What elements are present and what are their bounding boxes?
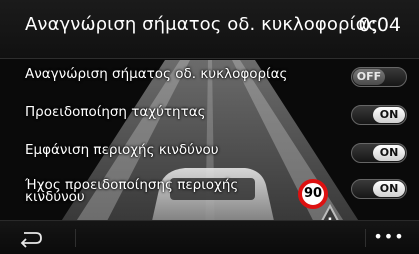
page-title: Αναγνώριση σήματος οδ. κυκλοφορίας <box>25 14 379 35</box>
speed-warning-toggle[interactable]: ON <box>351 105 407 125</box>
back-arrow-icon <box>20 232 42 248</box>
traffic-sign-recognition-toggle[interactable]: OFF <box>351 67 407 87</box>
traffic-sign-settings-screen: Αναγνώριση σήματος οδ. κυκλοφορίας 0:04 … <box>0 0 419 254</box>
danger-zone-sound-toggle[interactable]: ON <box>351 179 407 199</box>
toggle-state: ON <box>373 107 405 123</box>
more-options-button[interactable]: ••• <box>369 225 409 251</box>
footer-divider <box>75 229 76 247</box>
footer-divider <box>365 229 366 247</box>
danger-zone-display-toggle[interactable]: ON <box>351 143 407 163</box>
toggle-state: OFF <box>353 69 385 85</box>
toggle-state: ON <box>373 145 405 161</box>
setting-row-danger-zone-sound[interactable]: Ήχος προειδοποίησης περιοχής κινδύνου ON <box>0 174 419 204</box>
setting-row-traffic-sign-recognition[interactable]: Αναγνώριση σήματος οδ. κυκλοφορίας OFF <box>0 62 419 92</box>
footer-bar: ••• <box>0 220 419 254</box>
back-button[interactable] <box>10 225 50 251</box>
toggle-state: ON <box>373 181 405 197</box>
setting-label: Εμφάνιση περιοχής κινδύνου <box>25 142 219 158</box>
setting-row-danger-zone-display[interactable]: Εμφάνιση περιοχής κινδύνου ON <box>0 138 419 168</box>
more-icon: ••• <box>373 227 405 246</box>
header-bar: Αναγνώριση σήματος οδ. κυκλοφορίας 0:04 <box>0 0 419 59</box>
setting-label: Ήχος προειδοποίησης περιοχής κινδύνου <box>25 177 239 205</box>
setting-label: Προειδοποίηση ταχύτητας <box>25 104 206 120</box>
clock: 0:04 <box>358 14 401 36</box>
setting-row-speed-warning[interactable]: Προειδοποίηση ταχύτητας ON <box>0 100 419 130</box>
setting-label: Αναγνώριση σήματος οδ. κυκλοφορίας <box>25 66 288 82</box>
